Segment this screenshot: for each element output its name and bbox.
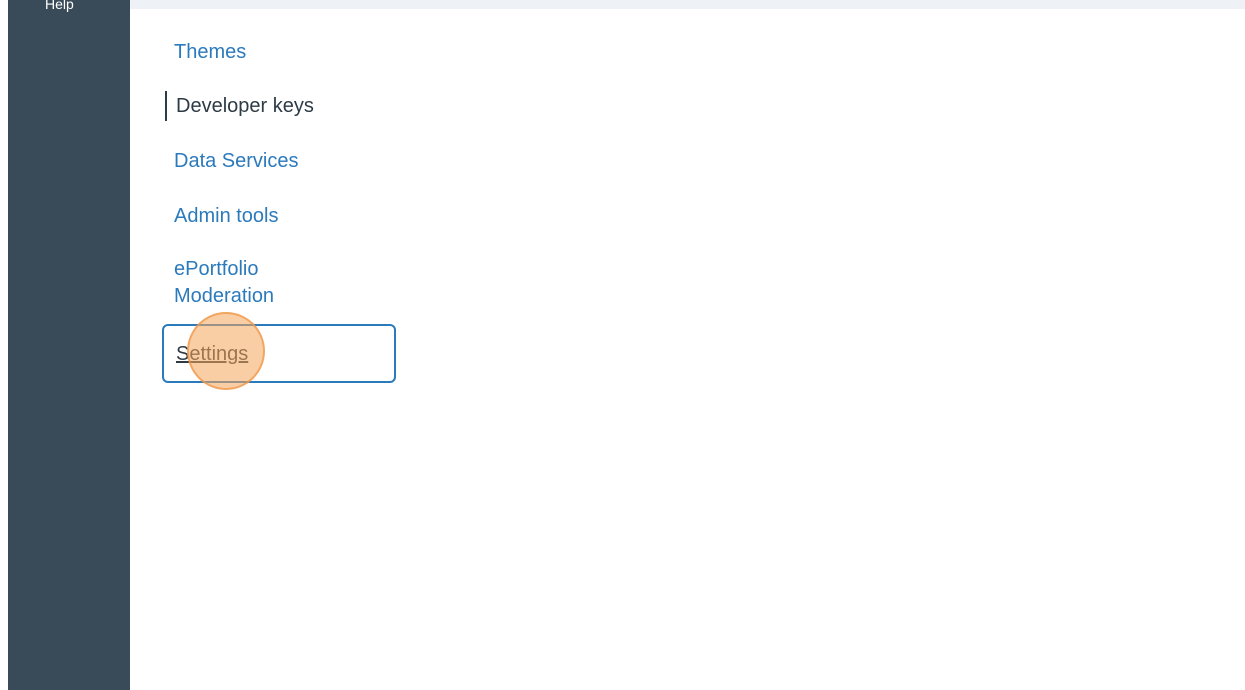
subnav-item-eportfolio-moderation[interactable]: ePortfolio Moderation (174, 256, 314, 310)
admin-sub-navigation: Themes Developer keys Data Services Admi… (160, 0, 420, 420)
subnav-item-settings-label: Settings (176, 343, 249, 365)
page: Help Themes Developer keys Data Services… (0, 0, 1245, 690)
subnav-item-themes[interactable]: Themes (174, 39, 246, 65)
subnav-item-admin-tools[interactable]: Admin tools (174, 203, 279, 229)
subnav-item-data-services[interactable]: Data Services (174, 148, 299, 174)
global-nav-item-help[interactable]: Help (45, 0, 74, 13)
left-edge (0, 0, 8, 690)
subnav-item-developer-keys[interactable]: Developer keys (165, 91, 314, 121)
global-nav-item-help-label: Help (45, 0, 74, 12)
subnav-item-settings[interactable]: Settings (162, 324, 396, 383)
global-navigation: Help (8, 0, 130, 690)
